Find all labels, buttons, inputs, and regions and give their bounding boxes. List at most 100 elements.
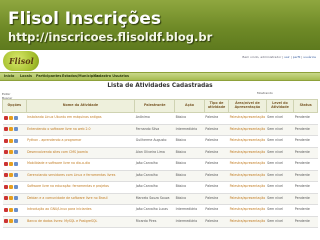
delete-icon[interactable] bbox=[3, 173, 8, 178]
delete-icon[interactable] bbox=[3, 196, 8, 201]
edit-icon[interactable] bbox=[8, 161, 13, 166]
slide-title: Flisol Inscrições bbox=[8, 9, 162, 29]
table-row[interactable]: Instalando Linux Ubuntu em máquinas anti… bbox=[2, 112, 318, 125]
edit-icon[interactable] bbox=[8, 115, 13, 120]
header-nome[interactable]: Nome da Atividade bbox=[25, 99, 136, 113]
cell-nome[interactable]: Debian e a comunidade de software livre … bbox=[26, 192, 135, 205]
header-status[interactable]: Status bbox=[293, 99, 318, 113]
cell-nome[interactable]: Python - aprendendo a programar bbox=[26, 135, 135, 148]
table-header-row: Opções Nome da Atividade Palestrante Açã… bbox=[2, 99, 318, 113]
table-row[interactable]: Introdução ao GNU/Linux para iniciantes J… bbox=[2, 204, 318, 217]
nav-tab-inicio[interactable]: Início bbox=[4, 74, 14, 78]
view-icon[interactable] bbox=[13, 127, 18, 132]
nav-tab-locais[interactable]: Locais bbox=[20, 74, 32, 78]
cell-palestrante: João Carvalho Lucas bbox=[134, 204, 175, 217]
cell-palestrante: Anônimo bbox=[134, 112, 175, 125]
table-row[interactable]: Gerenciando servidores com Linux e ferra… bbox=[2, 169, 318, 182]
table-row[interactable]: Mobilidade e software livre no dia-a-dia… bbox=[2, 158, 318, 171]
user-link-usuarios[interactable]: usuários bbox=[303, 55, 316, 59]
cell-nome[interactable]: Instalando Linux Ubuntu em máquinas anti… bbox=[26, 112, 135, 125]
page-title: Lista de Atividades Cadastradas bbox=[107, 83, 213, 89]
row-actions bbox=[2, 158, 27, 171]
cell-nome[interactable]: Entendendo o software livre na web 2.0 bbox=[26, 123, 135, 136]
cell-nome[interactable]: Introdução ao GNU/Linux para iniciantes bbox=[26, 204, 135, 217]
cell-nome[interactable]: Software livre na educação: ferramentas … bbox=[26, 181, 135, 194]
cell-palestrante: Alan Oliveira Lima bbox=[134, 146, 175, 159]
slide-url[interactable]: http://inscricoes.flisoldf.blog.br bbox=[8, 30, 212, 44]
view-icon[interactable] bbox=[13, 161, 18, 166]
nav-tab-cadastro-usuarios[interactable]: Cadastro Usuários bbox=[94, 74, 129, 78]
cell-area[interactable]: Palestra/apresentação bbox=[228, 112, 267, 125]
header-opcoes[interactable]: Opções bbox=[2, 99, 27, 113]
delete-icon[interactable] bbox=[3, 184, 8, 189]
edit-icon[interactable] bbox=[8, 138, 13, 143]
edit-icon[interactable] bbox=[8, 196, 13, 201]
user-bar-prefix: Bem vindo, administrador | bbox=[242, 55, 284, 59]
table-row[interactable]: Desenvolvendo sites com CMS Joomla Alan O… bbox=[2, 146, 318, 159]
edit-icon[interactable] bbox=[8, 207, 13, 212]
cell-level: Sem nível bbox=[266, 123, 294, 136]
cell-status: Pendente bbox=[293, 123, 318, 136]
nav-tab-participantes[interactable]: Participantes bbox=[36, 74, 61, 78]
cell-area[interactable]: Palestra/apresentação bbox=[228, 204, 267, 217]
table-row[interactable]: Entendendo o software livre na web 2.0 Fe… bbox=[2, 123, 318, 136]
table-row[interactable]: Python - aprendendo a programar Guilherme… bbox=[2, 135, 318, 148]
cell-level: Sem nível bbox=[266, 135, 294, 148]
edit-icon[interactable] bbox=[8, 219, 13, 224]
view-icon[interactable] bbox=[13, 219, 18, 224]
cell-area[interactable]: Palestra/apresentação bbox=[228, 135, 267, 148]
delete-icon[interactable] bbox=[3, 219, 8, 224]
view-icon[interactable] bbox=[13, 115, 18, 120]
cell-tipo: Palestra bbox=[204, 181, 229, 194]
edit-icon[interactable] bbox=[8, 127, 13, 132]
cell-area[interactable]: Palestra/apresentação bbox=[228, 169, 267, 182]
cell-nome[interactable]: Desenvolvendo sites com CMS Joomla bbox=[26, 146, 135, 159]
cell-palestrante: João Carvalho bbox=[134, 158, 175, 171]
cell-palestrante: João Carvalho bbox=[134, 169, 175, 182]
cell-area[interactable]: Palestra/apresentação bbox=[228, 192, 267, 205]
cell-palestrante: João Carvalho bbox=[134, 181, 175, 194]
header-palestrante[interactable]: Palestrante bbox=[134, 99, 176, 113]
cell-status: Pendente bbox=[293, 169, 318, 182]
view-icon[interactable] bbox=[13, 173, 18, 178]
user-link-sair[interactable]: sair bbox=[284, 55, 289, 59]
cell-nome[interactable]: Banco de dados livres: MySQL e PostgreSQ… bbox=[26, 215, 135, 228]
table-row[interactable]: Banco de dados livres: MySQL e PostgreSQ… bbox=[2, 215, 318, 228]
delete-icon[interactable] bbox=[3, 115, 8, 120]
user-link-perfil[interactable]: perfil bbox=[293, 55, 301, 59]
cell-area[interactable]: Palestra/apresentação bbox=[228, 123, 267, 136]
cell-nome[interactable]: Gerenciando servidores com Linux e ferra… bbox=[26, 169, 135, 182]
activities-table: Opções Nome da Atividade Palestrante Açã… bbox=[2, 99, 318, 228]
delete-icon[interactable] bbox=[3, 161, 8, 166]
table-row[interactable]: Software livre na educação: ferramentas … bbox=[2, 181, 318, 194]
cell-acao: Básico bbox=[174, 158, 205, 171]
view-icon[interactable] bbox=[13, 196, 18, 201]
cell-area[interactable]: Palestra/apresentação bbox=[228, 181, 267, 194]
header-tipo[interactable]: Tipo de atividade bbox=[203, 99, 230, 113]
cell-area[interactable]: Palestra/apresentação bbox=[228, 158, 267, 171]
row-actions bbox=[2, 123, 27, 136]
cell-area[interactable]: Palestra/apresentação bbox=[228, 215, 267, 228]
edit-icon[interactable] bbox=[8, 173, 13, 178]
edit-icon[interactable] bbox=[8, 184, 13, 189]
flisol-logo[interactable]: Flisol bbox=[3, 51, 39, 71]
header-area[interactable]: Área/nível de Apresentação bbox=[228, 99, 267, 113]
cell-level: Sem nível bbox=[266, 158, 294, 171]
header-acao[interactable]: Ação bbox=[174, 99, 205, 113]
edit-icon[interactable] bbox=[8, 150, 13, 155]
header-level[interactable]: Level do Atividade bbox=[265, 99, 295, 113]
table-row[interactable]: Debian e a comunidade de software livre … bbox=[2, 192, 318, 205]
row-actions bbox=[2, 192, 27, 205]
delete-icon[interactable] bbox=[3, 150, 8, 155]
view-icon[interactable] bbox=[13, 207, 18, 212]
cell-area[interactable]: Palestra/apresentação bbox=[228, 146, 267, 159]
delete-icon[interactable] bbox=[3, 207, 8, 212]
cell-nome[interactable]: Mobilidade e software livre no dia-a-dia bbox=[26, 158, 135, 171]
delete-icon[interactable] bbox=[3, 138, 8, 143]
app-banner: Flisol Bem vindo, administrador | sair |… bbox=[0, 50, 320, 72]
view-icon[interactable] bbox=[13, 138, 18, 143]
cell-status: Pendente bbox=[293, 135, 318, 148]
delete-icon[interactable] bbox=[3, 127, 8, 132]
view-icon[interactable] bbox=[13, 150, 18, 155]
view-icon[interactable] bbox=[13, 184, 18, 189]
